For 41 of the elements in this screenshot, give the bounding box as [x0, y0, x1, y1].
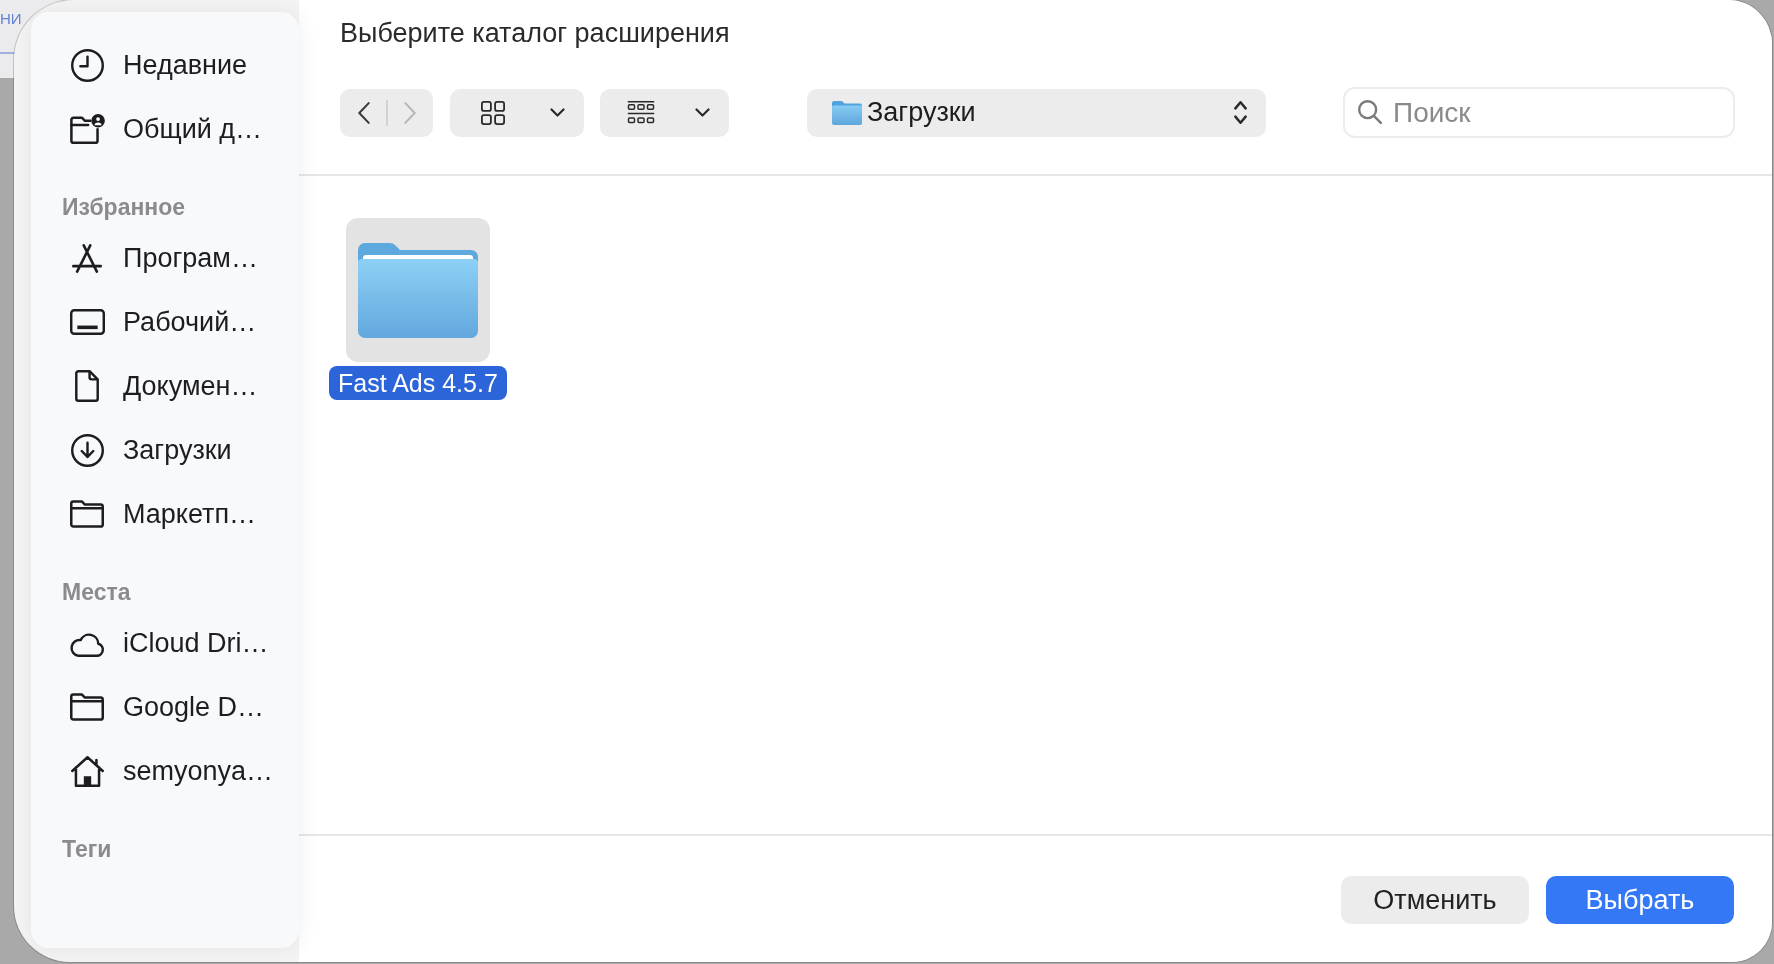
up-down-chevron-icon: [1234, 101, 1247, 124]
folder-icon: [832, 100, 862, 125]
folder-icon: [357, 242, 478, 338]
view-mode-button[interactable]: [450, 88, 584, 137]
sidebar-item[interactable]: Недавние: [31, 33, 299, 97]
sidebar-item[interactable]: Общий д…: [31, 97, 299, 161]
download-icon: [70, 433, 104, 467]
shared-folder-icon: [69, 114, 105, 144]
choose-button[interactable]: Выбрать: [1546, 876, 1734, 924]
grid-icon: [481, 100, 505, 125]
sidebar-item[interactable]: Програм…: [31, 226, 299, 290]
document-icon: [75, 370, 99, 402]
folder-icon: [70, 693, 104, 721]
search-icon: [1358, 100, 1382, 124]
chevron-left-icon: [357, 101, 370, 124]
sidebar-item[interactable]: Рабочий…: [31, 290, 299, 354]
sidebar-item[interactable]: semyonya…: [31, 739, 299, 803]
monitor-icon: [69, 309, 105, 335]
house-icon: [70, 755, 104, 787]
cancel-button[interactable]: Отменить: [1341, 876, 1529, 924]
icon-rows-icon: [627, 100, 655, 125]
sidebar-item[interactable]: iCloud Dri…: [31, 611, 299, 675]
sidebar-item[interactable]: Загрузки: [31, 418, 299, 482]
sidebar-section-title: Теги: [61, 835, 113, 864]
sidebar-item[interactable]: Маркетп…: [31, 482, 299, 546]
location-popup[interactable]: Загрузки: [807, 88, 1266, 137]
file-thumbnail[interactable]: [345, 218, 490, 362]
file-name[interactable]: Fast Ads 4.5.7: [329, 366, 507, 400]
chevron-right-icon: [403, 101, 416, 124]
sidebar-section-title: Места: [61, 578, 132, 607]
folder-icon: [70, 500, 104, 528]
dialog-title: Выберите каталог расширения: [340, 17, 731, 49]
chevron-down-icon: [550, 108, 565, 117]
clock-icon: [70, 48, 104, 82]
sidebar-section-title: Избранное: [61, 193, 187, 222]
group-by-button[interactable]: [600, 88, 729, 137]
sidebar-item[interactable]: Докумен…: [31, 354, 299, 418]
search-field[interactable]: Поиск: [1343, 87, 1735, 138]
letter-a-icon: [72, 243, 102, 273]
chevron-down-icon: [695, 108, 710, 117]
sidebar-item[interactable]: Google D…: [31, 675, 299, 739]
